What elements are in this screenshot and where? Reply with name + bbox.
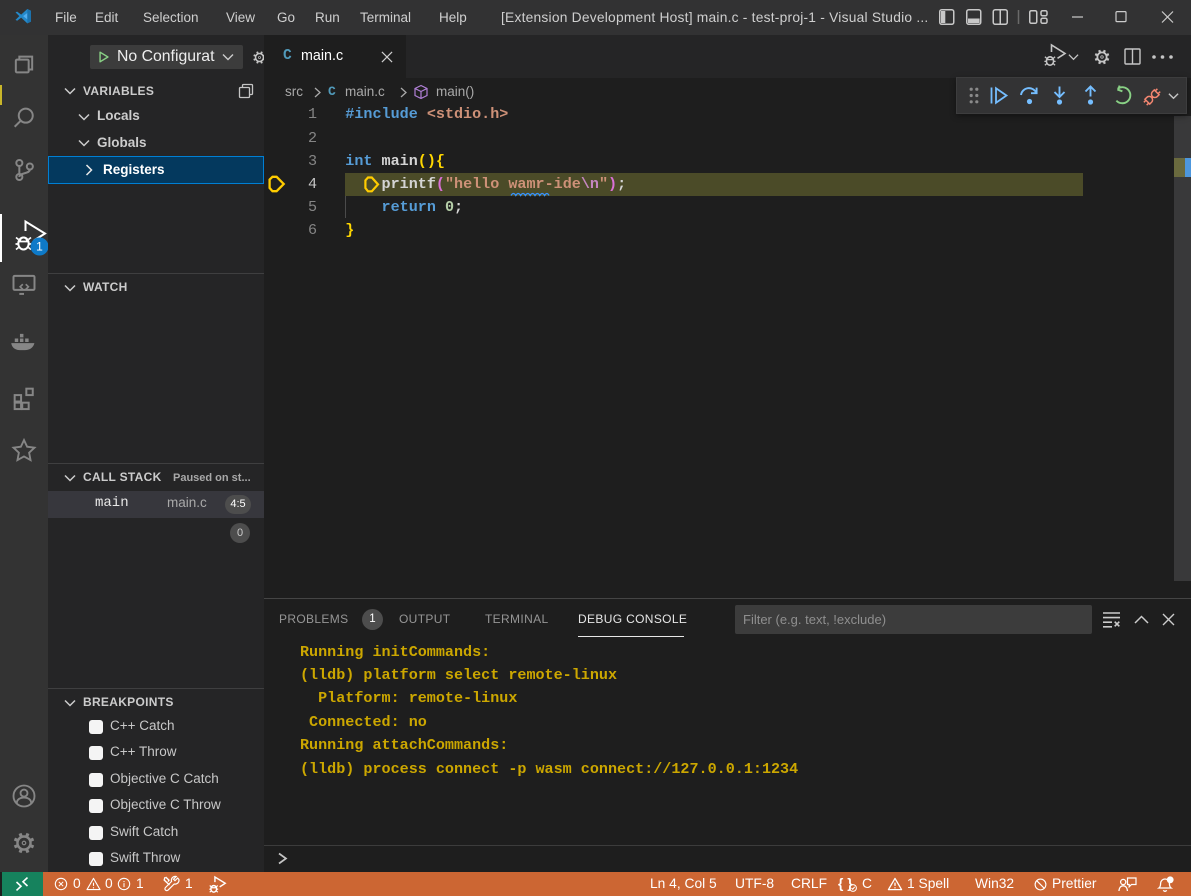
svg-text:1: 1: [36, 240, 43, 254]
